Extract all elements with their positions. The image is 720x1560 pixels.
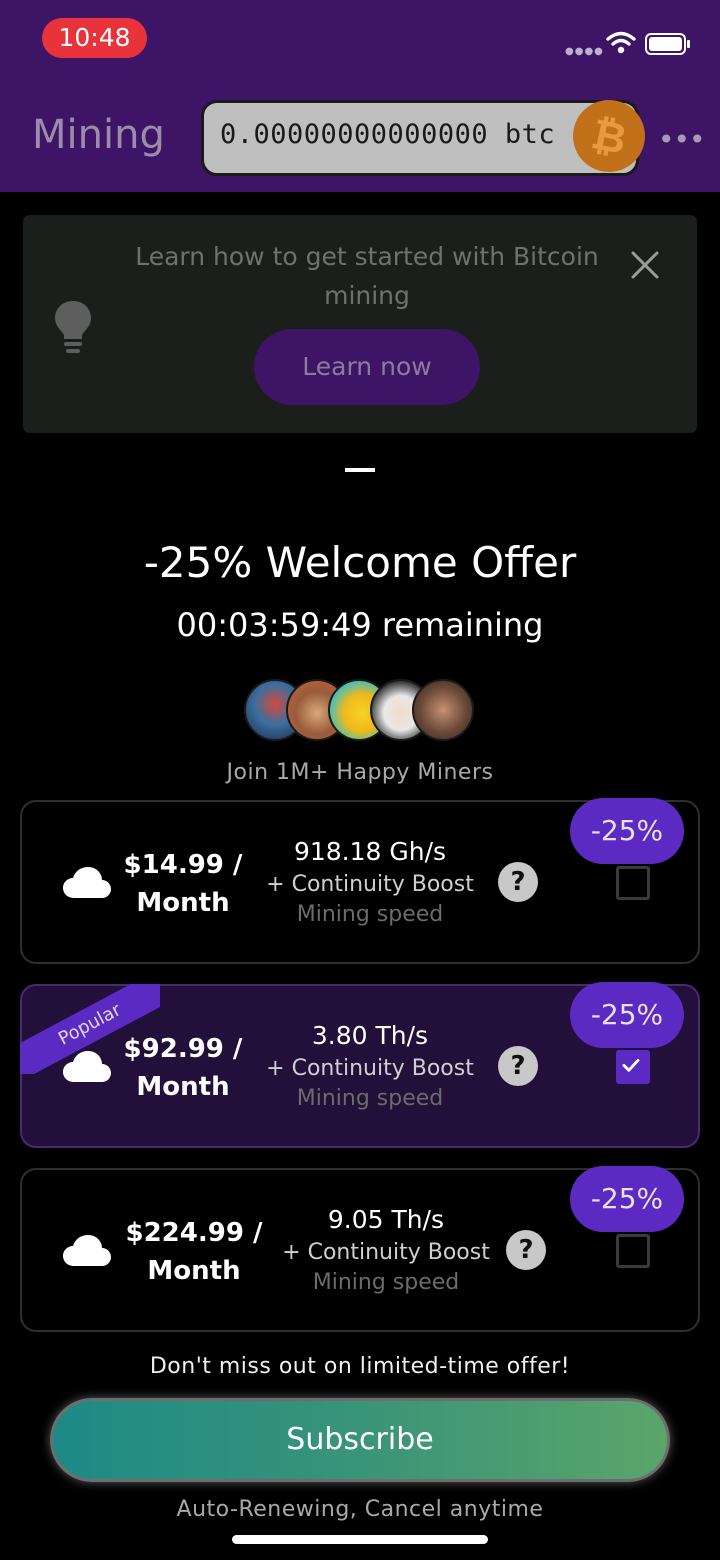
cloud-icon <box>63 1235 111 1266</box>
help-icon[interactable]: ? <box>506 1230 546 1270</box>
social-proof-text: Join 1M+ Happy Miners <box>226 760 494 785</box>
app-header: 10:48 ●●●● Mining 0.00000000000000 btc ₿… <box>0 0 720 192</box>
home-indicator[interactable] <box>232 1535 488 1544</box>
page-title: Mining <box>32 112 165 158</box>
plan-speed-block: 918.18 Gh/s + Continuity Boost Mining sp… <box>250 834 490 930</box>
learn-now-button[interactable]: Learn now <box>254 329 480 405</box>
offer-title: -25% Welcome Offer <box>143 538 577 587</box>
help-icon[interactable]: ? <box>498 862 538 902</box>
plan-option[interactable]: $224.99 / Month 9.05 Th/s + Continuity B… <box>20 1166 700 1332</box>
plan-checkbox[interactable] <box>616 1234 650 1268</box>
wifi-icon <box>606 31 636 54</box>
offer-timer: 00:03:59:49 remaining <box>176 606 544 644</box>
plan-hashrate: 3.80 Th/s <box>311 1021 429 1050</box>
more-menu-icon[interactable]: ••• <box>658 123 706 156</box>
status-time: 10:48 <box>42 18 147 58</box>
plan-checkbox[interactable] <box>616 866 650 900</box>
plan-price: $92.99 / Month <box>123 1034 243 1102</box>
cloud-icon <box>63 1051 111 1082</box>
avatar-group <box>244 679 480 741</box>
plan-checkbox-checked[interactable] <box>616 1050 650 1084</box>
subscribe-button[interactable]: Subscribe <box>50 1398 670 1482</box>
plan-boost: + Continuity Boost <box>266 1056 474 1081</box>
lightbulb-icon <box>55 301 91 353</box>
limited-offer-text: Don't miss out on limited-time offer! <box>149 1354 571 1379</box>
getting-started-banner: Learn how to get started with Bitcoin mi… <box>23 215 697 433</box>
balance-display[interactable]: 0.00000000000000 btc ₿ <box>201 100 645 176</box>
plan-boost: + Continuity Boost <box>282 1240 490 1265</box>
discount-badge: -25% <box>570 1166 684 1232</box>
plan-option-selected[interactable]: Popular $92.99 / Month 3.80 Th/s + Conti… <box>20 982 700 1148</box>
sheet-handle[interactable] <box>345 468 375 472</box>
signal-icon: ●●●● <box>565 46 604 57</box>
plan-speed-block: 9.05 Th/s + Continuity Boost Mining spee… <box>266 1202 506 1298</box>
plan-hashrate: 918.18 Gh/s <box>293 837 447 866</box>
man-photo-avatar <box>412 679 474 741</box>
plan-speed-label: Mining speed <box>296 902 444 927</box>
close-icon[interactable] <box>629 249 661 281</box>
plan-hashrate: 9.05 Th/s <box>327 1205 445 1234</box>
bitcoin-coin-icon: ₿ <box>573 100 645 172</box>
plan-price: $14.99 / Month <box>123 850 243 918</box>
discount-badge: -25% <box>570 982 684 1048</box>
plan-option[interactable]: $14.99 / Month 918.18 Gh/s + Continuity … <box>20 798 700 964</box>
help-icon[interactable]: ? <box>498 1046 538 1086</box>
auto-renew-text: Auto-Renewing, Cancel anytime <box>176 1497 544 1522</box>
plan-boost: + Continuity Boost <box>266 872 474 897</box>
balance-value: 0.00000000000000 btc <box>220 119 556 150</box>
plan-speed-label: Mining speed <box>312 1270 460 1295</box>
banner-text: Learn how to get started with Bitcoin mi… <box>135 242 599 310</box>
plan-price: $224.99 / Month <box>125 1218 263 1286</box>
plan-speed-block: 3.80 Th/s + Continuity Boost Mining spee… <box>250 1018 490 1114</box>
discount-badge: -25% <box>570 798 684 864</box>
cloud-icon <box>63 867 111 898</box>
battery-icon <box>645 33 690 55</box>
plan-speed-label: Mining speed <box>296 1086 444 1111</box>
checkmark-icon <box>622 1058 640 1072</box>
